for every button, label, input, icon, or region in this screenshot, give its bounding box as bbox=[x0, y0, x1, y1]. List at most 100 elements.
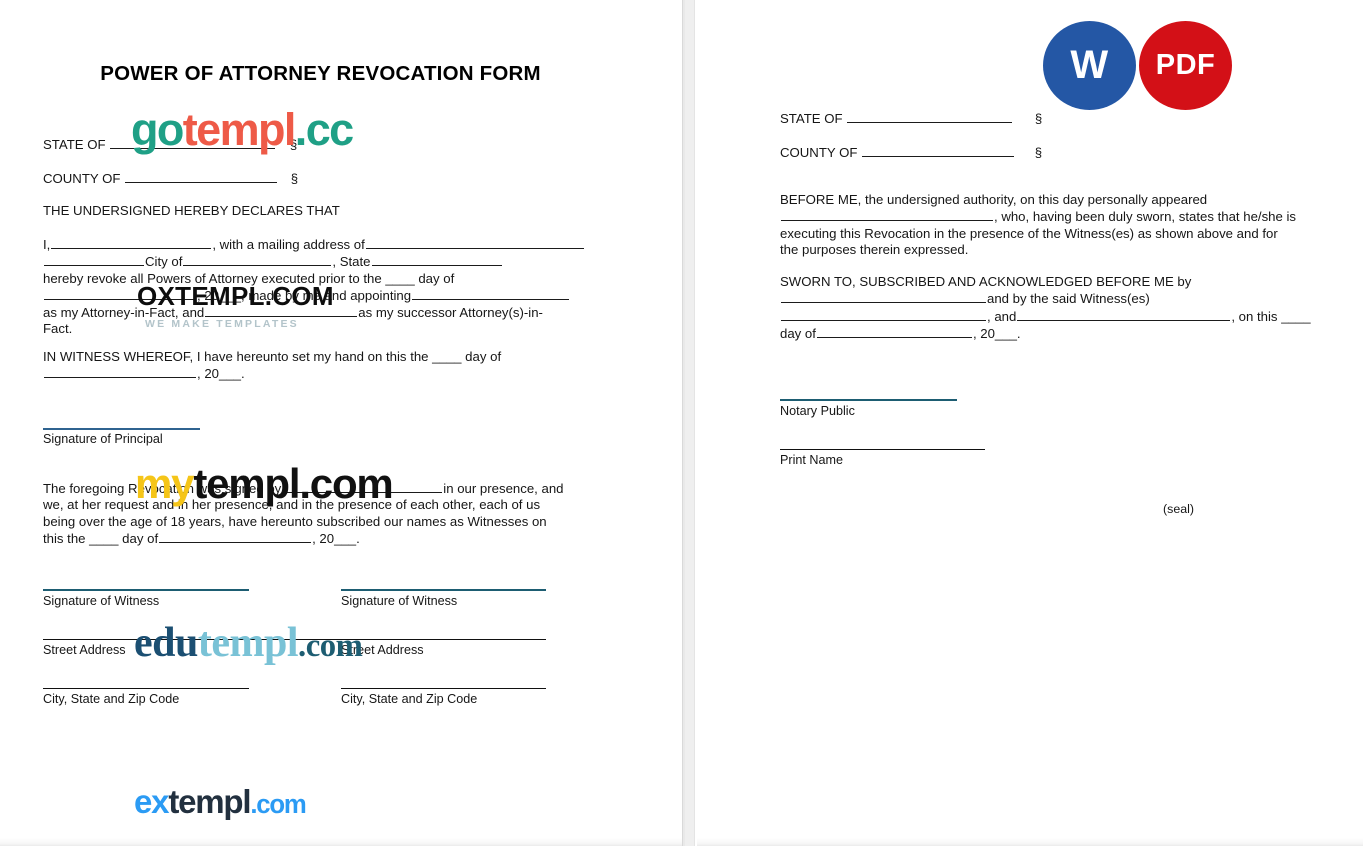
witness2-signature-label: Signature of Witness bbox=[341, 594, 458, 608]
watermark-oxtempl-subtitle: WE MAKE TEMPLATES bbox=[145, 318, 299, 330]
notary-state-of-label: STATE OF bbox=[780, 111, 843, 126]
successor-blank[interactable] bbox=[205, 304, 358, 318]
witness1-city-rule[interactable] bbox=[43, 688, 249, 689]
declaration-text: THE UNDERSIGNED HEREBY DECLARES THAT bbox=[43, 203, 340, 218]
attestation-month-blank[interactable] bbox=[159, 530, 312, 543]
watermark-edutempl-part2: templ bbox=[197, 620, 299, 666]
address-cont-blank[interactable] bbox=[44, 253, 144, 267]
watermark-extempl-part1: ex bbox=[134, 783, 170, 820]
revocation-line-4: , 20___, made by me and appointing bbox=[43, 287, 599, 304]
attestation-day-label: this the ____ day of bbox=[43, 530, 159, 546]
before-me-sworn-label: , who, having been duly sworn, states th… bbox=[994, 209, 1297, 225]
revocation-line-3: hereby revoke all Powers of Attorney exe… bbox=[43, 270, 455, 286]
attestation-signer-blank[interactable] bbox=[282, 480, 443, 493]
principal-name-blank[interactable] bbox=[51, 236, 212, 249]
notary-county-of-row: COUNTY OF § bbox=[780, 144, 1042, 161]
attestation-line-4: this the ____ day of , 20___. bbox=[43, 530, 599, 547]
document-page-left: POWER OF ATTORNEY REVOCATION FORM STATE … bbox=[0, 0, 682, 846]
witness-month-blank[interactable] bbox=[44, 365, 196, 379]
sworn-and-label: , and bbox=[987, 308, 1017, 324]
county-of-section-symbol: § bbox=[290, 171, 299, 186]
county-of-blank[interactable] bbox=[125, 170, 278, 183]
sworn-on-this-label: , on this ____ bbox=[1231, 308, 1311, 324]
state-of-label: STATE OF bbox=[43, 137, 106, 152]
revocation-line-1: I, , with a mailing address of bbox=[43, 236, 599, 253]
watermark-edutempl: edutempl.com bbox=[134, 619, 363, 667]
appointee-blank[interactable] bbox=[412, 287, 570, 300]
attestation-block: The foregoing Revocation was signed by in… bbox=[43, 480, 599, 547]
revocation-mailing-label: , with a mailing address of bbox=[212, 237, 365, 252]
city-blank[interactable] bbox=[183, 253, 332, 267]
attestation-line-2: we, at her request and in her presence, … bbox=[43, 497, 541, 513]
witness1-signature-label: Signature of Witness bbox=[43, 594, 160, 608]
state-blank[interactable] bbox=[371, 253, 502, 267]
notary-state-of-section-symbol: § bbox=[1034, 111, 1043, 126]
state-of-row: STATE OF § bbox=[43, 136, 297, 153]
print-name-label: Print Name bbox=[780, 453, 843, 467]
sworn-witnesses-label: and by the said Witness(es) bbox=[987, 291, 1150, 307]
notary-state-of-blank[interactable] bbox=[847, 110, 1013, 123]
signature-of-principal-label: Signature of Principal bbox=[43, 432, 163, 446]
notary-county-of-label: COUNTY OF bbox=[780, 145, 858, 160]
made-by-label: , 20___, made by me and appointing bbox=[197, 287, 412, 303]
witness1-street-rule[interactable] bbox=[43, 639, 546, 640]
attestation-year-label: , 20___. bbox=[312, 530, 360, 546]
notary-public-rule[interactable] bbox=[780, 399, 957, 401]
notary-county-of-section-symbol: § bbox=[1034, 145, 1043, 160]
watermark-edutempl-part1: edu bbox=[134, 620, 198, 666]
witness1-street-label: Street Address bbox=[43, 643, 126, 657]
signature-of-principal-rule[interactable] bbox=[43, 428, 200, 430]
watermark-gotempl-part3: .cc bbox=[294, 104, 354, 155]
attestation-presence-label: in our presence, and bbox=[443, 481, 564, 496]
seal-label: (seal) bbox=[1163, 502, 1194, 516]
document-page-right: STATE OF § COUNTY OF § BEFORE ME, the un… bbox=[697, 0, 1363, 846]
in-witness-whereof-block: IN WITNESS WHEREOF, I have hereunto set … bbox=[43, 349, 599, 383]
pdf-format-badge[interactable]: PDF bbox=[1139, 21, 1232, 110]
before-me-appearer-blank[interactable] bbox=[781, 208, 993, 222]
revocation-i-label: I, bbox=[43, 237, 51, 252]
witness1-city-label: City, State and Zip Code bbox=[43, 692, 180, 706]
before-me-line-4: the purposes therein expressed. bbox=[780, 241, 969, 257]
sworn-witness2-blank[interactable] bbox=[1017, 308, 1231, 321]
mailing-address-blank[interactable] bbox=[365, 236, 584, 249]
witness2-street-label: Street Address bbox=[341, 643, 424, 657]
month-blank[interactable] bbox=[44, 287, 196, 300]
in-witness-line-2: , 20___. bbox=[43, 365, 599, 382]
watermark-extempl: extempl.com bbox=[134, 783, 307, 821]
sworn-day-of-label: day of bbox=[780, 325, 816, 341]
attestation-signed-by-label: The foregoing Revocation was signed by bbox=[43, 481, 282, 496]
sworn-month-blank[interactable] bbox=[816, 325, 972, 338]
witness2-signature-rule[interactable] bbox=[341, 589, 546, 591]
witness2-city-rule[interactable] bbox=[341, 688, 546, 689]
sworn-line-3: , and , on this ____ bbox=[780, 308, 1316, 325]
county-of-label: COUNTY OF bbox=[43, 171, 121, 186]
notary-county-of-blank[interactable] bbox=[862, 144, 1015, 157]
state-label: , State bbox=[332, 254, 371, 270]
sworn-witness1-blank[interactable] bbox=[781, 308, 986, 321]
page-gutter bbox=[682, 0, 697, 846]
revocation-line-5: as my Attorney-in-Fact, and as my success… bbox=[43, 304, 599, 321]
revocation-body: I, , with a mailing address of City of , S… bbox=[43, 236, 599, 338]
watermark-extempl-part2: templ bbox=[168, 783, 251, 820]
sworn-year-label: , 20___. bbox=[972, 325, 1021, 341]
print-name-rule[interactable] bbox=[780, 449, 985, 450]
sworn-line-1: SWORN TO, SUBSCRIBED AND ACKNOWLEDGED BE… bbox=[780, 274, 1192, 289]
before-me-block: BEFORE ME, the undersigned authority, on… bbox=[780, 192, 1316, 258]
successor-label: as my successor Attorney(s)-in- bbox=[358, 305, 543, 321]
attestation-line-1: The foregoing Revocation was signed by in… bbox=[43, 480, 599, 497]
city-of-label: City of bbox=[145, 254, 183, 270]
before-me-line-3: executing this Revocation in the presenc… bbox=[780, 225, 1278, 241]
sworn-principal-blank[interactable] bbox=[781, 290, 986, 304]
witness-year-label: , 20___. bbox=[197, 366, 245, 382]
before-me-line-1: BEFORE ME, the undersigned authority, on… bbox=[780, 192, 1208, 207]
revocation-line-2: City of , State bbox=[43, 253, 599, 270]
word-format-badge[interactable]: W bbox=[1043, 21, 1136, 110]
state-of-blank[interactable] bbox=[110, 136, 276, 149]
before-me-line-2: , who, having been duly sworn, states th… bbox=[780, 208, 1316, 225]
notary-public-label: Notary Public bbox=[780, 404, 855, 418]
sworn-to-block: SWORN TO, SUBSCRIBED AND ACKNOWLEDGED BE… bbox=[780, 274, 1316, 342]
witness1-signature-rule[interactable] bbox=[43, 589, 249, 591]
revocation-line-6: Fact. bbox=[43, 321, 73, 337]
sworn-line-4: day of , 20___. bbox=[780, 325, 1316, 342]
sworn-line-2: and by the said Witness(es) bbox=[780, 290, 1316, 307]
